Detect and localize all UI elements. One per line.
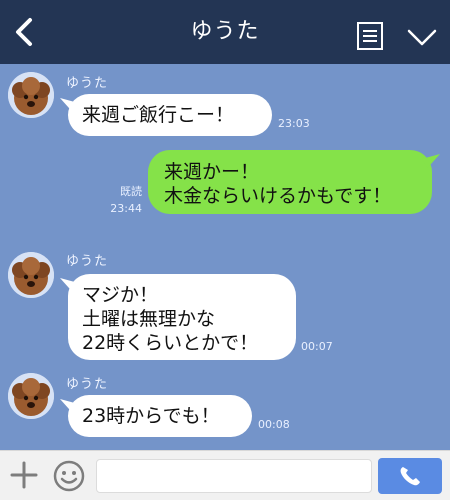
dog-avatar-icon (8, 72, 54, 118)
emoji-button[interactable] (52, 459, 86, 493)
read-receipt: 既読 23:44 (96, 185, 142, 216)
notes-icon (357, 22, 383, 50)
add-button[interactable] (10, 461, 38, 489)
phone-icon (400, 467, 420, 486)
message-input[interactable] (96, 459, 372, 493)
sender-name: ゆうた (66, 76, 109, 91)
avatar[interactable] (8, 373, 54, 419)
message-time: 23:03 (278, 117, 310, 130)
message-bubble[interactable]: 来週ご飯行こー！ (68, 94, 272, 136)
call-button[interactable] (378, 458, 442, 494)
dog-avatar-icon (8, 252, 54, 298)
message-time: 23:44 (110, 202, 142, 215)
chat-header: ゆうた (0, 0, 450, 64)
sender-name: ゆうた (66, 254, 109, 269)
message-bubble[interactable]: マジか！ 土曜は無理かな 22時くらいとかで！ (68, 274, 296, 360)
chat-screen: ゆうた ゆうた 来週ご飯行こー！ 23:03 既読 23:44 来週かー！ 木金… (0, 0, 450, 500)
message-time: 00:07 (301, 340, 333, 353)
input-bar (0, 450, 450, 500)
message-time: 00:08 (258, 418, 290, 431)
smiley-icon (53, 460, 85, 492)
avatar[interactable] (8, 252, 54, 298)
message-bubble[interactable]: 来週かー！ 木金ならいけるかもです！ (148, 150, 432, 214)
menu-toggle-button[interactable] (406, 28, 438, 48)
read-label: 既読 (120, 185, 142, 198)
message-bubble[interactable]: 23時からでも！ (68, 395, 252, 437)
dog-avatar-icon (8, 373, 54, 419)
chevron-down-icon (407, 29, 437, 46)
notes-button[interactable] (356, 21, 384, 51)
sender-name: ゆうた (66, 377, 109, 392)
plus-icon (10, 461, 38, 489)
message-list[interactable]: ゆうた 来週ご飯行こー！ 23:03 既読 23:44 来週かー！ 木金ならいけ… (0, 64, 450, 450)
avatar[interactable] (8, 72, 54, 118)
